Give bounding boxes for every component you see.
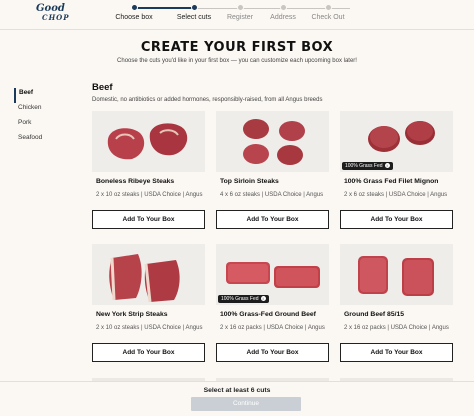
product-description: 2 x 16 oz packs | USDA Choice | Angus <box>344 325 449 331</box>
product-card-grass-fed-ground-beef: 100% Grass Fed i 100% Grass-Fed Ground Be… <box>216 244 329 364</box>
checkout-stepper: Choose box Select cuts Register Address … <box>115 3 362 27</box>
step-dot <box>130 4 138 11</box>
product-card-filet-mignon: 100% Grass Fed i 100% Grass Fed Filet Mig… <box>340 111 453 231</box>
product-name: 100% Grass Fed Filet Mignon <box>344 178 439 185</box>
continue-button[interactable]: Continue <box>191 397 301 411</box>
product-image[interactable] <box>92 111 205 172</box>
grass-fed-badge: 100% Grass Fed i <box>342 162 393 170</box>
badge-label: 100% Grass Fed <box>221 296 259 302</box>
selection-requirement: Select at least 6 cuts <box>203 387 271 394</box>
selection-footer: Select at least 6 cuts Continue <box>0 381 474 416</box>
product-image[interactable] <box>92 244 205 305</box>
product-image[interactable]: 100% Grass Fed i <box>216 244 329 305</box>
product-card-top-sirloin: Top Sirloin Steaks 4 x 6 oz steaks | USD… <box>216 111 329 231</box>
step-dot <box>279 4 287 11</box>
info-icon[interactable]: i <box>260 296 266 301</box>
page-title: CREATE YOUR FIRST BOX <box>140 40 334 55</box>
badge-label: 100% Grass Fed <box>345 163 383 169</box>
product-description: 4 x 6 oz steaks | USDA Choice | Angus <box>220 192 324 198</box>
add-to-box-button[interactable]: Add To Your Box <box>92 343 205 362</box>
product-name: 100% Grass-Fed Ground Beef <box>220 311 316 318</box>
ribeye-photo <box>92 111 205 172</box>
section-description: Domestic, no antibiotics or added hormon… <box>92 97 323 103</box>
product-card-ny-strip: New York Strip Steaks 2 x 10 oz steaks |… <box>92 244 205 364</box>
step-check-out: Check Out <box>298 3 358 21</box>
sirloin-photo <box>216 111 329 172</box>
product-description: 2 x 16 oz packs | USDA Choice | Angus <box>220 325 325 331</box>
product-description: 2 x 10 oz steaks | USDA Choice | Angus <box>96 192 203 198</box>
product-name: Top Sirloin Steaks <box>220 178 279 185</box>
sidebar-item-pork[interactable]: Pork <box>14 118 74 133</box>
sidebar-item-beef[interactable]: Beef <box>14 88 74 103</box>
section-title: Beef <box>92 82 113 93</box>
product-name: New York Strip Steaks <box>96 311 168 318</box>
product-card-ribeye: Boneless Ribeye Steaks 2 x 10 oz steaks … <box>92 111 205 231</box>
product-image[interactable] <box>216 111 329 172</box>
step-label: Choose box <box>115 14 153 21</box>
add-to-box-button[interactable]: Add To Your Box <box>92 210 205 229</box>
product-name: Ground Beef 85/15 <box>344 311 405 318</box>
top-header: Good CHOP Choose box Select cuts Registe… <box>0 0 474 30</box>
product-image[interactable]: 100% Grass Fed i <box>340 111 453 172</box>
category-sidebar: Beef Chicken Pork Seafood <box>14 88 74 148</box>
step-choose-box[interactable]: Choose box <box>104 3 164 21</box>
step-dot <box>236 4 244 11</box>
ny-strip-photo <box>92 244 205 305</box>
product-description: 2 x 6 oz steaks | USDA Choice | Angus <box>344 192 448 198</box>
page-subtitle: Choose the cuts you'd like in your first… <box>117 58 357 64</box>
sidebar-item-chicken[interactable]: Chicken <box>14 103 74 118</box>
step-dot <box>324 4 332 11</box>
product-image[interactable] <box>340 244 453 305</box>
product-name: Boneless Ribeye Steaks <box>96 178 175 185</box>
product-description: 2 x 10 oz steaks | USDA Choice | Angus <box>96 325 203 331</box>
product-card-ground-beef-85-15: Ground Beef 85/15 2 x 16 oz packs | USDA… <box>340 244 453 364</box>
step-label: Check Out <box>311 14 345 21</box>
add-to-box-button[interactable]: Add To Your Box <box>340 343 453 362</box>
add-to-box-button[interactable]: Add To Your Box <box>216 210 329 229</box>
logo[interactable]: Good CHOP <box>36 4 70 23</box>
ground-beef-photo <box>340 244 453 305</box>
logo-word-chop: CHOP <box>42 13 70 22</box>
add-to-box-button[interactable]: Add To Your Box <box>340 210 453 229</box>
add-to-box-button[interactable]: Add To Your Box <box>216 343 329 362</box>
grass-fed-badge: 100% Grass Fed i <box>218 295 269 303</box>
info-icon[interactable]: i <box>384 163 390 168</box>
step-dot <box>190 4 198 11</box>
sidebar-item-seafood[interactable]: Seafood <box>14 133 74 148</box>
